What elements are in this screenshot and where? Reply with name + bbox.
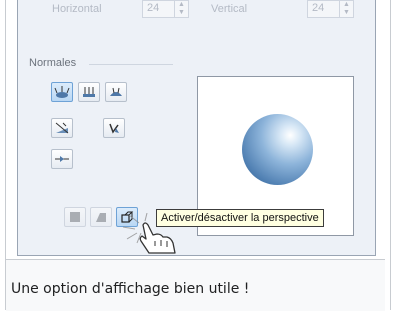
horizontal-value: 24 xyxy=(147,2,160,14)
vertical-spinbox[interactable]: 24 ▲ ▼ xyxy=(307,0,354,18)
spin-arrows-icon[interactable]: ▲ ▼ xyxy=(339,1,353,17)
normals-flip-button[interactable] xyxy=(51,118,73,138)
disabled-cube-icon xyxy=(70,212,80,222)
vertical-value: 24 xyxy=(312,2,325,14)
sphere-render xyxy=(242,114,313,185)
normals-flip-icon xyxy=(55,122,69,134)
normals-outward-icon xyxy=(54,86,70,98)
normals-up-button[interactable] xyxy=(78,82,100,102)
disabled-cube-button[interactable] xyxy=(64,207,86,227)
horizontal-spinbox[interactable]: 24 ▲ ▼ xyxy=(142,0,189,18)
disabled-cube-2-button[interactable] xyxy=(90,207,112,227)
spin-arrows-icon[interactable]: ▲ ▼ xyxy=(174,1,188,17)
normals-center-button[interactable] xyxy=(51,149,73,169)
normals-up-icon xyxy=(83,87,95,97)
screenshot-panel: Horizontal 24 ▲ ▼ Vertical 24 ▲ ▼ Normales xyxy=(17,0,376,256)
horizontal-label: Horizontal xyxy=(52,3,102,15)
normals-inward-icon xyxy=(110,87,122,96)
normals-inward-button[interactable] xyxy=(105,82,127,102)
perspective-tooltip: Activer/désactiver la perspective xyxy=(156,209,324,227)
disabled-cube-2-icon xyxy=(96,213,106,222)
normales-group-label: Normales xyxy=(29,57,77,69)
normals-center-icon xyxy=(55,156,69,162)
hand-pointer-icon xyxy=(122,213,176,254)
image-caption: Une option d'affichage bien utile ! xyxy=(11,281,250,297)
vertical-label: Vertical xyxy=(211,3,248,15)
group-divider xyxy=(89,64,173,65)
normals-outward-button[interactable] xyxy=(51,82,73,102)
normals-rotate-icon xyxy=(109,123,119,134)
normals-rotate-button[interactable] xyxy=(103,118,125,138)
